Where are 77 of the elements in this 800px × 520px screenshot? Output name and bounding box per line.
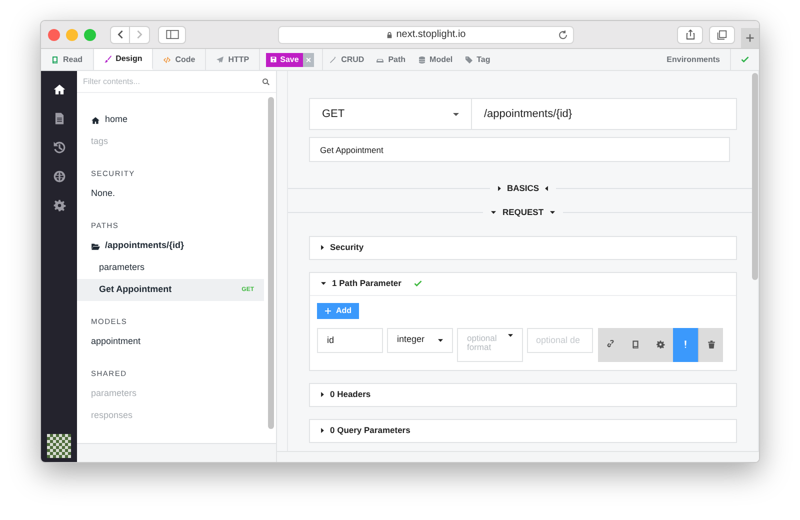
name-field[interactable]: id xyxy=(317,328,383,352)
reload-icon[interactable] xyxy=(558,30,568,40)
filter-field[interactable]: Filter contents... xyxy=(83,76,262,88)
paper-plane-icon xyxy=(216,56,224,64)
search-icon xyxy=(262,78,270,86)
share-button[interactable] xyxy=(677,26,703,44)
checkmark-icon xyxy=(413,278,424,288)
plus-icon xyxy=(745,32,755,42)
triangle-icon xyxy=(438,338,443,342)
home-icon xyxy=(91,116,100,124)
panel-header[interactable]: Security xyxy=(310,236,736,258)
panel-header[interactable]: 0 Headers xyxy=(310,384,736,406)
toolbar-tab[interactable]: Design xyxy=(94,49,154,70)
toolbar-tab[interactable]: Code xyxy=(153,49,206,70)
save-button[interactable]: Save xyxy=(266,52,303,66)
sidebar-item[interactable]: home xyxy=(77,109,264,131)
panel-header[interactable]: 0 Query Parameters xyxy=(310,420,736,442)
triangle-icon xyxy=(321,428,324,433)
code-icon xyxy=(163,56,172,64)
toolbar-button[interactable]: Tag xyxy=(458,49,496,70)
address-bar[interactable]: next.stoplight.io xyxy=(278,26,574,44)
plus-icon xyxy=(324,306,332,314)
triangle-icon xyxy=(321,392,324,397)
history-icon xyxy=(52,140,66,154)
path-field[interactable]: /appointments/{id} xyxy=(472,98,737,130)
avatar-pattern xyxy=(47,434,71,458)
description-field[interactable]: optional de xyxy=(527,328,593,352)
triangle-icon xyxy=(491,210,496,214)
tabs-icon xyxy=(717,30,727,40)
brush-icon xyxy=(104,54,112,62)
triangle-icon xyxy=(321,282,326,285)
folder-icon xyxy=(91,242,100,250)
panel-header[interactable]: 1 Path Parameter xyxy=(310,272,736,294)
back-button[interactable] xyxy=(110,26,130,44)
sidebar-item[interactable]: /appointments/{id} xyxy=(77,235,264,257)
chevron-right-icon xyxy=(135,30,144,39)
toolbar-button[interactable]: CRUD xyxy=(323,49,370,70)
toolbar-button[interactable]: Path xyxy=(370,49,412,70)
tabs-button[interactable] xyxy=(709,26,735,44)
share-icon xyxy=(686,29,694,40)
triangle-icon xyxy=(498,186,501,191)
window-control[interactable] xyxy=(48,28,60,40)
triangle-icon xyxy=(550,210,555,214)
type-select[interactable]: integer xyxy=(387,328,453,352)
document-icon xyxy=(52,112,66,124)
settings-icon xyxy=(656,340,665,349)
database-icon xyxy=(418,56,426,64)
chevron-left-icon xyxy=(116,30,124,39)
url-text: next.stoplight.io xyxy=(396,28,466,42)
method-select[interactable]: GET xyxy=(309,98,472,130)
book-icon xyxy=(631,340,640,349)
home-icon xyxy=(52,82,66,96)
link-icon xyxy=(606,340,615,349)
environments-button[interactable]: Environments xyxy=(656,49,731,70)
book-icon xyxy=(51,56,59,64)
summary-field[interactable]: Get Appointment xyxy=(309,137,730,162)
sidebar-icon xyxy=(166,30,178,39)
tag-icon xyxy=(464,56,473,64)
section-toggle[interactable]: REQUEST xyxy=(483,206,563,218)
triangle-icon xyxy=(545,186,548,191)
action-button[interactable] xyxy=(673,328,698,362)
toolbar-tab[interactable]: HTTP xyxy=(206,49,260,70)
caret-icon xyxy=(453,112,459,116)
section-toggle[interactable]: BASICS xyxy=(490,182,556,195)
sidebar-toggle-button[interactable] xyxy=(158,26,186,44)
checkmark-icon xyxy=(740,54,750,64)
toolbar-button[interactable]: Model xyxy=(412,49,459,70)
sidebar-item[interactable]: None. xyxy=(77,183,264,205)
triangle-icon xyxy=(508,334,513,336)
trash-icon xyxy=(706,340,716,349)
sidebar-item[interactable]: appointment xyxy=(77,331,264,353)
lock-icon xyxy=(386,30,394,38)
new-tab-button[interactable] xyxy=(741,28,759,48)
triangle-icon xyxy=(321,245,324,250)
settings-icon xyxy=(52,198,66,212)
sidebar-item[interactable]: parameters xyxy=(77,257,264,279)
globe-icon xyxy=(52,170,66,182)
